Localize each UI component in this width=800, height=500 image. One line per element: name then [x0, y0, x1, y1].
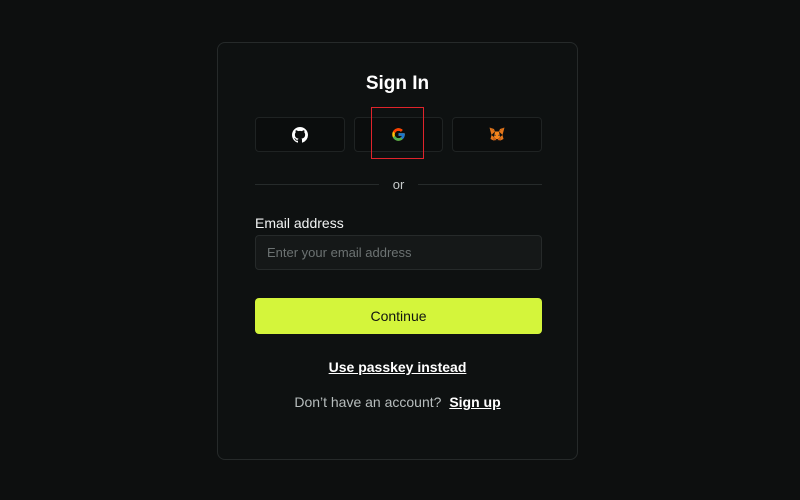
signin-title: Sign In — [365, 73, 430, 94]
divider-line-right — [418, 183, 542, 185]
metamask-login-button[interactable] — [452, 117, 543, 152]
signup-link[interactable]: Sign up — [449, 394, 500, 410]
google-login-button[interactable] — [353, 117, 444, 152]
divider-or-text: or — [392, 176, 405, 192]
continue-button[interactable]: Continue — [255, 298, 542, 334]
social-login-row — [255, 117, 543, 152]
google-icon — [391, 127, 406, 142]
github-login-button[interactable] — [255, 117, 345, 152]
email-label: Email address — [255, 215, 344, 231]
github-icon — [291, 126, 308, 143]
email-input[interactable] — [255, 235, 542, 270]
no-account-text: Don’t have an account? — [294, 394, 442, 410]
divider-line-left — [255, 183, 379, 185]
or-divider: or — [255, 175, 542, 193]
metamask-fox-icon — [489, 127, 505, 142]
use-passkey-link[interactable]: Use passkey instead — [218, 359, 577, 375]
signin-card: Sign In or Email address Enter your emai… — [217, 42, 578, 460]
signup-row: Don’t have an account? Sign up — [218, 394, 577, 410]
